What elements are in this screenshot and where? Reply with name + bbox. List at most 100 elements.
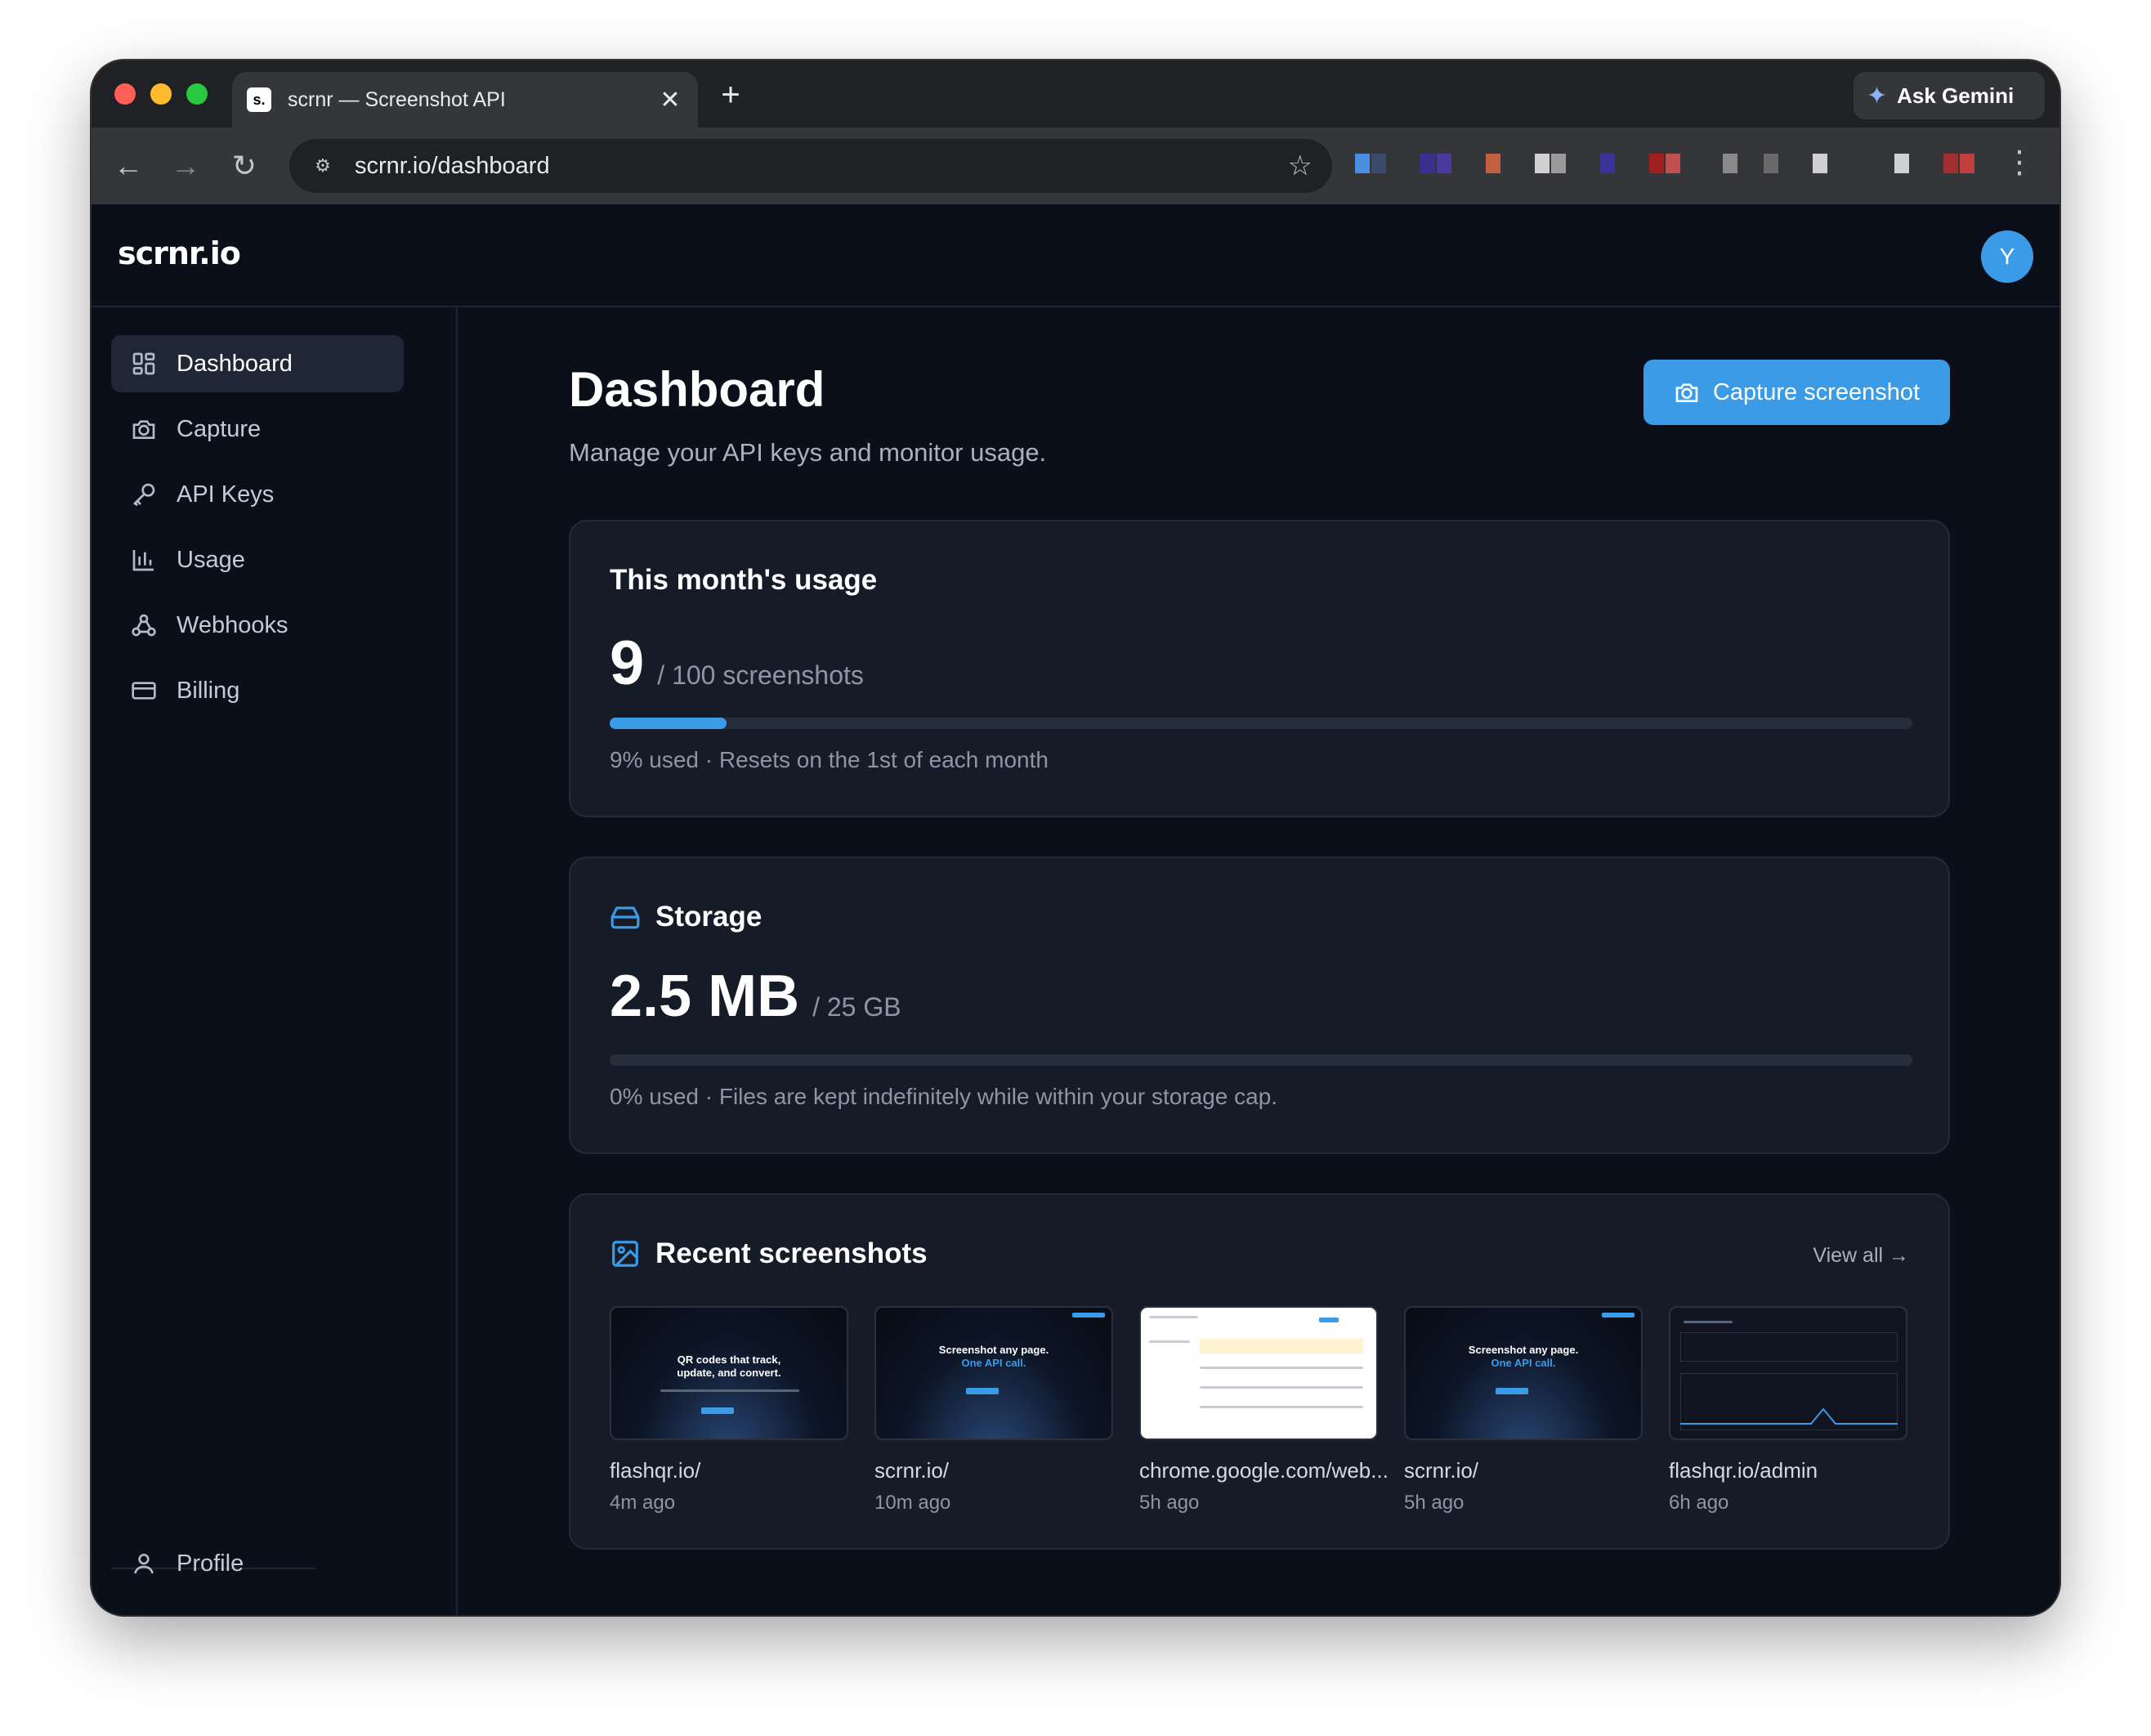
bookmark-star-icon[interactable]: ☆ [1288, 150, 1313, 182]
screenshot-url: flashqr.io/admin [1669, 1458, 1818, 1483]
tab-close-icon[interactable]: ✕ [657, 86, 683, 114]
forward-arrow-icon[interactable]: → [165, 145, 206, 186]
thumb-heading-2: One API call. [961, 1357, 1026, 1369]
gemini-sparkle-icon: ✦ [1867, 82, 1888, 110]
thumb-nav-cta [1072, 1313, 1105, 1318]
bar-chart-icon [131, 547, 157, 573]
capture-button-label: Capture screenshot [1712, 378, 1921, 405]
usage-card-title: This month's usage [610, 564, 878, 596]
sidebar-item-webhooks[interactable]: Webhooks [111, 597, 404, 654]
sidebar-item-usage[interactable]: Usage [111, 531, 404, 588]
url-text[interactable]: scrnr.io/dashboard [355, 153, 1288, 180]
sidebar: Dashboard Capture API Keys Usage Webhook… [92, 307, 458, 1615]
screenshot-time: 6h ago [1669, 1492, 1729, 1514]
sidebar-item-dashboard[interactable]: Dashboard [111, 335, 404, 392]
thumb-text-line [1149, 1340, 1190, 1343]
screenshot-item[interactable]: QR codes that track, update, and convert… [610, 1306, 848, 1515]
user-avatar[interactable]: Y [1981, 230, 2033, 283]
extension-icon[interactable] [1649, 154, 1680, 173]
storage-unit: / 25 GB [812, 992, 901, 1022]
screenshot-thumbnail[interactable] [1139, 1306, 1378, 1440]
thumb-text-line [1200, 1386, 1363, 1389]
extension-icon[interactable] [1813, 154, 1827, 173]
browser-menu-icon[interactable]: ⋮ [2004, 144, 2035, 181]
extension-icon[interactable] [1600, 154, 1615, 173]
sidebar-item-capture[interactable]: Capture [111, 400, 404, 458]
webhook-icon [131, 612, 157, 638]
thumb-heading: Screenshot any page. [938, 1344, 1049, 1356]
thumb-heading: QR codes that track, [677, 1353, 781, 1366]
thumb-text-line [1200, 1406, 1363, 1408]
page-title: Dashboard [569, 362, 825, 417]
screenshot-time: 10m ago [874, 1492, 951, 1514]
thumb-tab [1319, 1318, 1339, 1322]
screenshot-thumbnail[interactable] [1669, 1306, 1907, 1440]
sidebar-item-label: Capture [177, 415, 262, 442]
usage-unit: / 100 screenshots [657, 660, 864, 690]
extension-icon[interactable] [1486, 154, 1500, 173]
screenshot-url: flashqr.io/ [610, 1458, 701, 1483]
screenshot-thumbnail[interactable]: Screenshot any page. One API call. [874, 1306, 1113, 1440]
screenshot-thumbnail[interactable]: QR codes that track, update, and convert… [610, 1306, 848, 1440]
ask-gemini-button[interactable]: ✦ Ask Gemini [1854, 72, 2045, 119]
thumb-text-line [660, 1389, 799, 1392]
usage-note: 9% used · Resets on the 1st of each mont… [610, 747, 1049, 772]
thumb-heading-2: One API call. [1491, 1357, 1556, 1369]
screenshot-item[interactable]: Screenshot any page. One API call. scrnr… [874, 1306, 1113, 1515]
reload-icon[interactable]: ↻ [224, 145, 265, 186]
capture-screenshot-button[interactable]: Capture screenshot [1643, 360, 1950, 425]
usage-card: This month's usage 9/ 100 screenshots 9%… [569, 520, 1950, 817]
brand-logo[interactable]: scrnr.io [118, 235, 241, 271]
recent-card-title: Recent screenshots [610, 1237, 928, 1270]
screenshot-time: 5h ago [1404, 1492, 1465, 1514]
favicon-icon: s. [247, 87, 271, 112]
maximize-window-button[interactable] [186, 83, 208, 105]
screenshot-url: scrnr.io/ [874, 1458, 950, 1483]
ask-gemini-label: Ask Gemini [1897, 83, 2015, 108]
key-icon [131, 481, 157, 508]
app-root: scrnr.io Y Dashboard Capture API Keys Us… [92, 204, 2059, 1615]
back-arrow-icon[interactable]: ← [108, 145, 149, 186]
site-settings-icon[interactable]: ⚙ [309, 152, 337, 180]
thumb-text-line [1149, 1316, 1198, 1318]
extension-icon[interactable] [1764, 154, 1778, 173]
camera-icon [131, 416, 157, 442]
storage-card: Storage 2.5 MB/ 25 GB 0% used · Files ar… [569, 857, 1950, 1154]
thumb-text-line [1200, 1367, 1363, 1369]
screenshot-thumbnail[interactable]: Screenshot any page. One API call. [1404, 1306, 1643, 1440]
address-bar[interactable]: ⚙ scrnr.io/dashboard ☆ [289, 139, 1332, 193]
sidebar-item-profile[interactable]: Profile [111, 1535, 404, 1592]
screenshot-item[interactable]: chrome.google.com/web... 5h ago [1139, 1306, 1389, 1515]
extension-icon[interactable] [1535, 154, 1566, 173]
sidebar-item-label: Billing [177, 677, 240, 704]
browser-tab-active[interactable]: s. scrnr — Screenshot API ✕ [232, 72, 698, 128]
hard-drive-icon [610, 906, 640, 929]
usage-progress-bar [610, 718, 1912, 729]
extension-icon[interactable] [1420, 154, 1451, 173]
view-all-link[interactable]: View all → [1813, 1244, 1909, 1268]
thumb-chart-line [1680, 1407, 1898, 1425]
sidebar-item-label: Webhooks [177, 611, 288, 638]
screenshot-url: scrnr.io/ [1404, 1458, 1479, 1483]
close-window-button[interactable] [114, 83, 136, 105]
storage-card-title: Storage [610, 901, 762, 933]
usage-progress-fill [610, 718, 727, 729]
image-icon [612, 1241, 638, 1267]
sidebar-item-api-keys[interactable]: API Keys [111, 466, 404, 523]
storage-progress-bar [610, 1054, 1912, 1066]
sidebar-item-label: Profile [177, 1550, 244, 1577]
minimize-window-button[interactable] [150, 83, 172, 105]
new-tab-button[interactable]: + [714, 77, 747, 114]
screenshot-url: chrome.google.com/web... [1139, 1458, 1389, 1483]
screenshot-item[interactable]: flashqr.io/admin 6h ago [1669, 1306, 1907, 1515]
thumb-nav-cta [1602, 1313, 1634, 1318]
sidebar-item-billing[interactable]: Billing [111, 662, 404, 719]
user-icon [131, 1550, 157, 1577]
extension-icon[interactable] [1723, 154, 1737, 173]
extension-icon[interactable] [1894, 154, 1909, 173]
thumb-cta [966, 1388, 999, 1394]
extension-icon[interactable] [1355, 154, 1386, 173]
screenshot-time: 5h ago [1139, 1492, 1200, 1514]
extension-icon[interactable] [1943, 154, 1974, 173]
screenshot-item[interactable]: Screenshot any page. One API call. scrnr… [1404, 1306, 1643, 1515]
